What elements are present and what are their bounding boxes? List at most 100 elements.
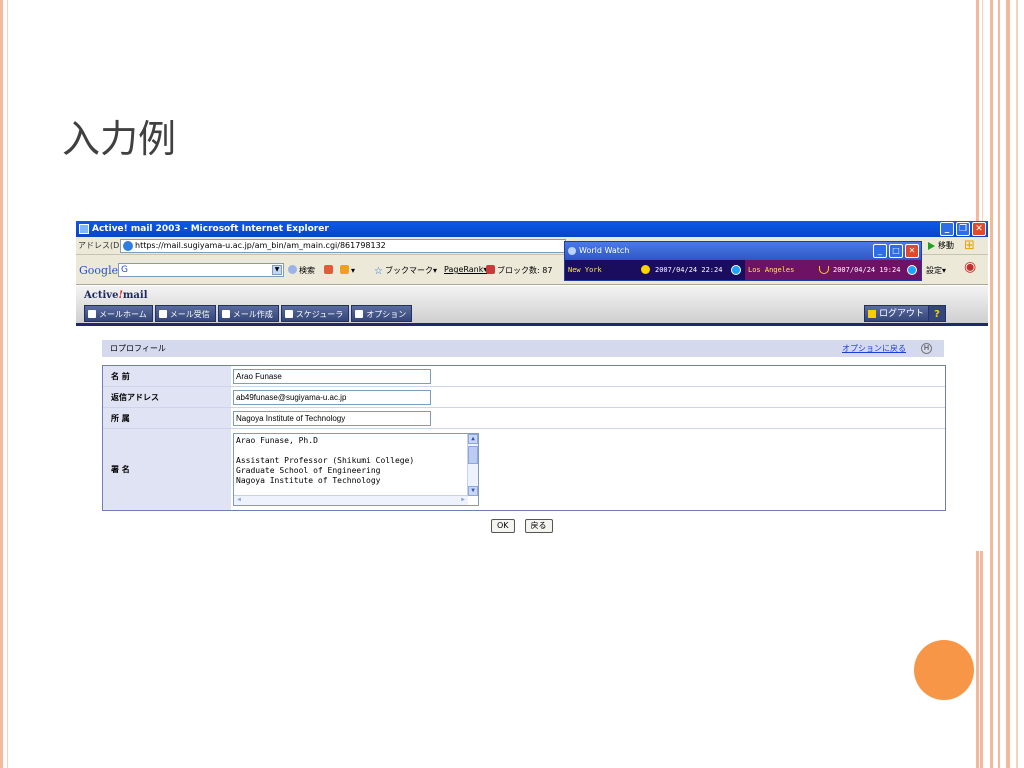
name-field[interactable]: Arao Funase [233,368,431,384]
nav-label: メールホーム [99,310,147,319]
clock-icon [568,247,576,255]
signature-line: Graduate School of Engineering [236,466,381,475]
slide-left-border [0,0,8,768]
form-row-reply-address: 返信アドレス ab49funase@sugiyama-u.ac.jp [103,387,945,408]
logout-label: ログアウト [879,309,925,319]
help-badge[interactable]: H [921,343,932,354]
clock-city: Los Angeles [748,266,795,274]
form-row-name: 名 前 Arao Funase [103,366,945,387]
go-button[interactable]: 移動 [928,239,954,253]
popup-blocker-button[interactable]: ブロック数: 87 [486,265,552,276]
scroll-right-icon[interactable]: ▶ [458,496,468,505]
signature-line: Arao Funase, Ph.D [236,436,318,445]
signature-line [236,446,476,456]
scroll-thumb[interactable] [468,446,478,464]
minimize-button[interactable]: _ [940,222,954,236]
search-button[interactable]: 検索 [288,265,315,276]
sun-icon [641,265,650,274]
home-icon [88,310,96,318]
nav-mail-inbox[interactable]: メール受信 [154,305,216,322]
name-label: 名 前 [103,366,231,386]
news-button[interactable] [324,265,335,275]
go-label: 移動 [938,241,954,250]
clock-city: New York [568,266,602,274]
name-cell: Arao Funase [231,366,945,386]
moon-icon [819,266,829,274]
globe-icon [731,265,741,275]
ww-maximize-button[interactable]: □ [889,244,903,258]
windows-logo-icon: ⊞ [964,238,975,253]
translate-icon[interactable]: ◉ [964,259,976,275]
clock-time: 2007/04/24 19:24 [833,266,901,274]
section-title: ロプロフィール [110,344,166,353]
form-row-affiliation: 所 属 Nagoya Institute of Technology [103,408,945,429]
affiliation-field[interactable]: Nagoya Institute of Technology [233,410,431,426]
blocked-label: ブロック数: 87 [497,266,553,275]
google-logo: Google [79,264,119,277]
vertical-scrollbar[interactable]: ▲ ▼ [467,434,478,496]
pagerank-button[interactable]: PageRank▾ [444,265,487,274]
horizontal-scrollbar[interactable]: ◀ ▶ [234,495,468,505]
pagerank-label: PageRank [444,265,484,274]
nav-scheduler[interactable]: スケジューラ [280,305,350,322]
popup-blocker-icon [486,265,495,274]
profile-content: ロプロフィール オプションに戻る H 名 前 Arao Funase 返信アドレ… [76,329,988,551]
google-search-input[interactable]: G ▼ [118,263,284,277]
clock-new-york: New York 2007/04/24 22:24 [565,260,745,280]
bookmark-label: ブックマーク [384,266,433,275]
form-row-signature: 署 名 Arao Funase, Ph.D Assistant Professo… [103,429,945,510]
ok-button[interactable]: OK [491,519,515,533]
chevron-down-icon[interactable]: ▼ [272,265,282,275]
tools-icon [340,265,349,274]
world-watch-clocks: New York 2007/04/24 22:24 Los Angeles 20… [565,260,921,280]
signature-cell: Arao Funase, Ph.D Assistant Professor (S… [231,429,945,510]
orange-circle-decoration [914,640,974,700]
close-button[interactable]: ✕ [972,222,986,236]
nav-label: メール作成 [232,310,273,319]
signature-label: 署 名 [103,429,231,510]
settings-button[interactable]: 設定▾ [926,265,946,276]
ww-minimize-button[interactable]: _ [873,244,887,258]
profile-form: 名 前 Arao Funase 返信アドレス ab49funase@sugiya… [102,365,946,511]
tools-button[interactable]: ▾ [340,265,355,275]
world-watch-widget: World Watch _ □ ✕ New York 2007/04/24 22… [564,241,922,281]
nav-mail-home[interactable]: メールホーム [84,305,153,322]
google-box-text: G [121,265,128,275]
globe-icon [907,265,917,275]
back-to-options-link[interactable]: オプションに戻る [842,340,906,357]
address-label: アドレス(D) [78,241,123,250]
star-icon: ☆ [374,266,383,277]
reply-address-cell: ab49funase@sugiyama-u.ac.jp [231,387,945,407]
calendar-icon [284,310,293,318]
nav-options[interactable]: オプション [351,305,413,322]
go-arrow-icon [928,242,935,250]
address-url: https://mail.sugiyama-u.ac.jp/am_bin/am_… [135,241,386,250]
nav-label: スケジューラ [295,310,344,319]
ie-page-icon [123,241,133,251]
reply-address-field[interactable]: ab49funase@sugiyama-u.ac.jp [233,389,431,405]
signature-textarea[interactable]: Arao Funase, Ph.D Assistant Professor (S… [233,433,479,506]
scroll-left-icon[interactable]: ◀ [234,496,244,505]
signature-line: Nagoya Institute of Technology [236,476,381,485]
logout-button[interactable]: ログアウト [864,305,931,322]
options-icon [355,310,364,318]
scroll-up-icon[interactable]: ▲ [468,434,478,444]
restore-button[interactable]: ❐ [956,222,970,236]
clock-time: 2007/04/24 22:24 [655,266,723,274]
browser-screenshot: Active! mail 2003 - Microsoft Internet E… [76,221,988,551]
slide-title: 入力例 [62,117,177,161]
bookmark-button[interactable]: ☆ ブックマーク▾ [374,265,437,277]
help-button[interactable]: ? [928,305,946,322]
search-icon [288,265,297,274]
address-input[interactable]: https://mail.sugiyama-u.ac.jp/am_bin/am_… [120,239,566,253]
affiliation-cell: Nagoya Institute of Technology [231,408,945,428]
logo-part: Active [84,290,119,301]
back-button[interactable]: 戻る [524,519,553,533]
scroll-down-icon[interactable]: ▼ [468,486,478,496]
nav-label: メール受信 [169,310,210,319]
settings-label: 設定 [926,266,942,275]
nav-mail-compose[interactable]: メール作成 [217,305,279,322]
ww-close-button[interactable]: ✕ [905,244,919,258]
window-titlebar: Active! mail 2003 - Microsoft Internet E… [76,221,988,237]
logout-icon [868,310,876,318]
